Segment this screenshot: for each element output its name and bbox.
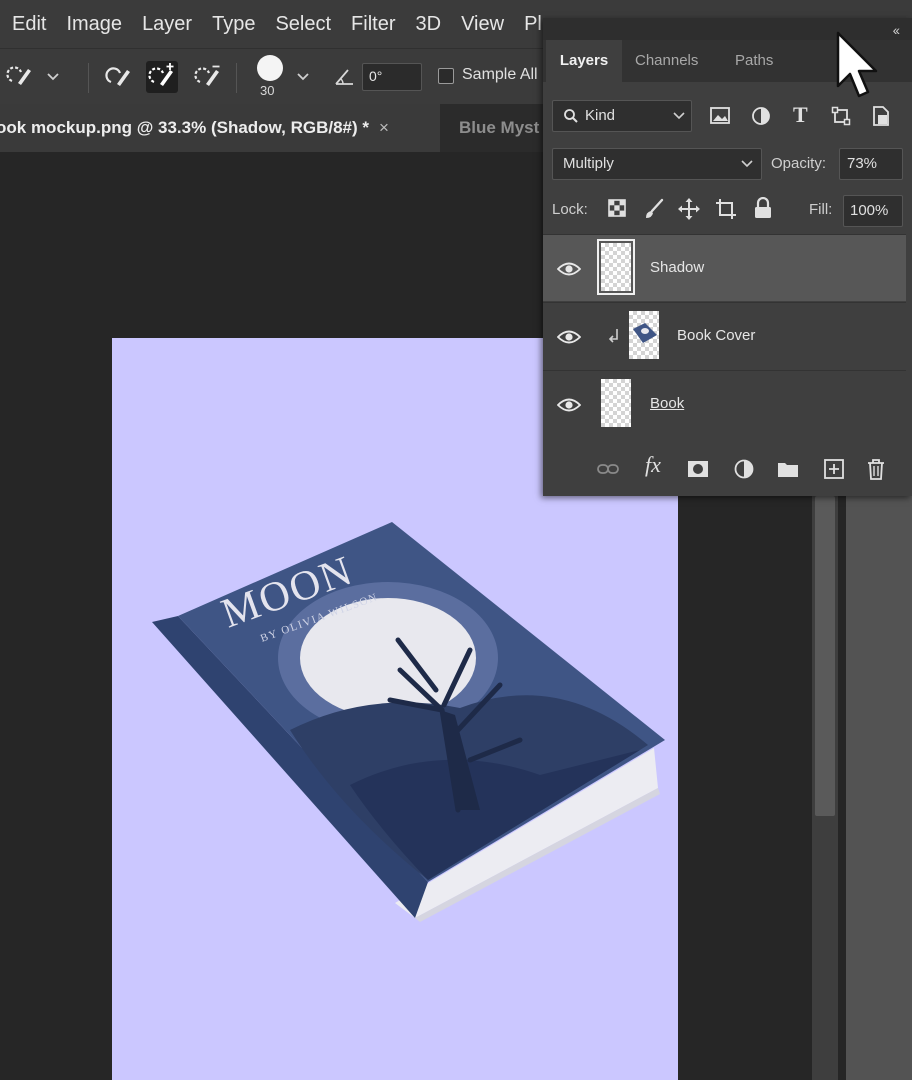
link-layers-icon[interactable] <box>597 458 619 480</box>
menu-filter[interactable]: Filter <box>341 0 405 48</box>
angle-value: 0° <box>369 68 383 84</box>
layer-effects-fx-icon[interactable]: fx <box>645 452 667 477</box>
filter-kind-label: Kind <box>585 107 616 124</box>
lock-label: Lock: <box>552 201 588 218</box>
search-icon <box>564 109 578 123</box>
lock-position-move-icon[interactable] <box>677 197 701 221</box>
sample-all-checkbox[interactable] <box>438 68 454 84</box>
opacity-value: 73% <box>847 155 878 172</box>
visibility-eye-icon[interactable] <box>557 261 581 277</box>
sample-all-label: Sample All <box>462 66 538 83</box>
layer-thumbnail-book <box>601 379 631 427</box>
subtract-from-selection-icon[interactable] <box>192 61 224 93</box>
menu-edit[interactable]: Edit <box>0 0 56 48</box>
lock-artboard-crop-icon[interactable] <box>715 198 737 220</box>
options-divider <box>236 63 237 93</box>
brush-picker-chevron-icon[interactable] <box>296 71 310 83</box>
new-layer-icon[interactable] <box>823 458 845 480</box>
menu-type[interactable]: Type <box>202 0 265 48</box>
filter-pixel-layer-icon[interactable] <box>709 106 731 126</box>
close-tab-icon[interactable]: × <box>379 118 389 138</box>
clipping-mask-arrow-icon <box>608 329 618 343</box>
chevron-down-icon <box>673 112 685 120</box>
fill-value: 100% <box>850 202 889 219</box>
filter-type-layer-icon[interactable]: T <box>793 102 808 128</box>
options-divider <box>88 63 89 93</box>
brush-size-value: 30 <box>260 83 275 98</box>
new-group-folder-icon[interactable] <box>777 458 799 480</box>
right-dock-strip <box>846 496 912 1080</box>
layer-name-book[interactable]: Book <box>650 395 684 412</box>
collapse-panel-icon[interactable]: ‹‹ <box>893 18 900 42</box>
brush-size-preview[interactable] <box>257 55 283 81</box>
layer-name-shadow[interactable]: Shadow <box>650 259 704 276</box>
add-layer-mask-icon[interactable] <box>687 458 709 480</box>
book-mockup-artwork: MOON BY OLIVIA WILSON <box>152 522 665 922</box>
scrollbar-thumb[interactable] <box>815 496 835 816</box>
layers-panel-footer: fx <box>543 442 912 496</box>
filter-shape-layer-icon[interactable] <box>831 106 851 126</box>
menu-select[interactable]: Select <box>265 0 341 48</box>
document-tab-blue-myst[interactable]: Blue Myst <box>459 104 539 152</box>
chevron-down-icon <box>741 160 753 168</box>
add-to-selection-button[interactable] <box>146 61 178 93</box>
book-cover-thumbnail-icon <box>633 323 657 343</box>
tab-channels[interactable]: Channels <box>635 40 698 82</box>
fill-input[interactable]: 100% <box>843 195 903 227</box>
visibility-eye-icon[interactable] <box>557 329 581 345</box>
layer-row-book-cover[interactable]: Book Cover <box>543 302 906 369</box>
layer-thumbnail-book-cover <box>629 311 659 359</box>
layer-row-shadow[interactable]: Shadow <box>543 234 906 301</box>
opacity-input[interactable]: 73% <box>839 148 903 180</box>
lock-all-padlock-icon[interactable] <box>753 197 773 219</box>
angle-icon <box>335 69 353 85</box>
document-tab-title: ook mockup.png @ 33.3% (Shadow, RGB/8#) … <box>0 118 370 137</box>
lock-image-pixels-brush-icon[interactable] <box>643 198 665 220</box>
new-adjustment-layer-icon[interactable] <box>733 458 755 480</box>
mouse-pointer-icon <box>836 31 878 98</box>
layer-name-book-cover[interactable]: Book Cover <box>677 327 755 344</box>
menu-layer[interactable]: Layer <box>132 0 202 48</box>
menu-image[interactable]: Image <box>56 0 132 48</box>
menu-3d[interactable]: 3D <box>406 0 452 48</box>
tab-paths[interactable]: Paths <box>735 40 773 82</box>
layer-thumbnail-shadow <box>597 239 635 295</box>
opacity-label: Opacity: <box>771 155 827 172</box>
layer-row-book[interactable]: Book <box>543 370 906 437</box>
tool-preset-chevron-icon[interactable] <box>46 71 60 83</box>
blend-mode-select[interactable]: Multiply <box>552 148 762 180</box>
delete-layer-trash-icon[interactable] <box>865 458 887 480</box>
filter-smart-object-icon[interactable] <box>871 105 891 127</box>
quick-selection-tool-icon[interactable] <box>4 61 36 93</box>
blend-mode-value: Multiply <box>563 155 614 172</box>
lock-transparent-pixels-icon[interactable] <box>608 199 626 217</box>
new-selection-icon[interactable] <box>102 61 134 93</box>
fill-label: Fill: <box>809 201 833 218</box>
filter-kind-select[interactable]: Kind <box>552 100 692 132</box>
angle-input[interactable]: 0° <box>362 63 422 91</box>
filter-adjustment-layer-icon[interactable] <box>751 106 771 126</box>
document-tab-active[interactable]: ook mockup.png @ 33.3% (Shadow, RGB/8#) … <box>0 104 440 152</box>
add-to-selection-icon <box>148 63 174 86</box>
visibility-eye-icon[interactable] <box>557 397 581 413</box>
tab-layers[interactable]: Layers <box>546 40 622 82</box>
menu-view[interactable]: View <box>451 0 514 48</box>
